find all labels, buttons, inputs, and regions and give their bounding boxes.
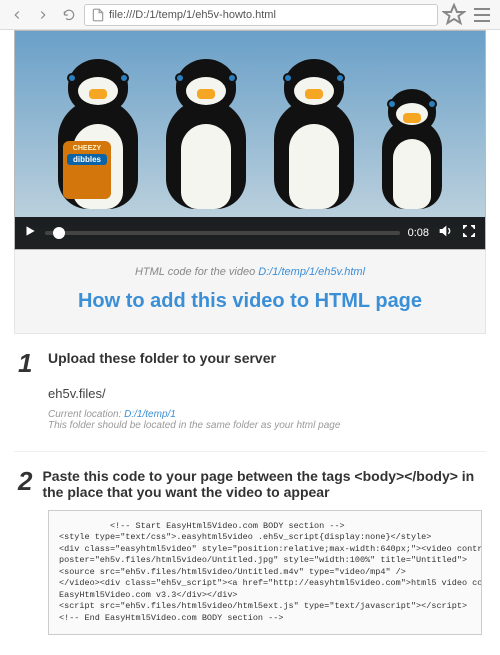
location-link[interactable]: D:/1/temp/1: [124, 409, 176, 420]
progress-bar[interactable]: [45, 231, 400, 235]
page-content: CHEEZY dibbles 0:08 HTML code for the vi…: [0, 30, 500, 655]
step-2: 2 Paste this code to your page between t…: [14, 452, 486, 655]
url-text: file:///D:/1/temp/1/eh5v-howto.html: [109, 9, 276, 21]
step-1-note: This folder should be located in the sam…: [48, 420, 482, 431]
menu-button[interactable]: [470, 4, 494, 26]
step-1-number: 1: [18, 350, 38, 376]
folder-name: eh5v.files/: [48, 386, 482, 401]
step-1-title: Upload these folder to your server: [48, 350, 276, 366]
step-2-title: Paste this code to your page between the…: [42, 468, 482, 500]
fullscreen-button[interactable]: [461, 223, 477, 244]
video-player[interactable]: CHEEZY dibbles 0:08: [14, 30, 486, 250]
page-title: How to add this video to HTML page: [25, 290, 475, 313]
reload-button[interactable]: [58, 4, 80, 26]
step-1: 1 Upload these folder to your server eh5…: [14, 334, 486, 452]
caption-area: HTML code for the video D:/1/temp/1/eh5v…: [14, 250, 486, 334]
play-button[interactable]: [23, 224, 37, 243]
embed-code[interactable]: <!-- Start EasyHtml5Video.com BODY secti…: [48, 510, 482, 635]
current-location: Current location: D:/1/temp/1: [48, 409, 482, 420]
video-source-link[interactable]: D:/1/temp/1/eh5v.html: [258, 266, 365, 278]
bookmark-button[interactable]: [442, 4, 466, 26]
forward-button[interactable]: [32, 4, 54, 26]
url-bar[interactable]: file:///D:/1/temp/1/eh5v-howto.html: [84, 4, 438, 26]
video-caption: HTML code for the video D:/1/temp/1/eh5v…: [25, 266, 475, 278]
browser-toolbar: file:///D:/1/temp/1/eh5v-howto.html: [0, 0, 500, 30]
step-2-number: 2: [18, 468, 32, 494]
video-controls: 0:08: [15, 217, 485, 249]
progress-knob[interactable]: [53, 227, 65, 239]
volume-button[interactable]: [437, 223, 453, 244]
file-icon: [91, 8, 105, 22]
video-time: 0:08: [408, 227, 429, 239]
snack-bag: CHEEZY dibbles: [63, 141, 111, 199]
back-button[interactable]: [6, 4, 28, 26]
